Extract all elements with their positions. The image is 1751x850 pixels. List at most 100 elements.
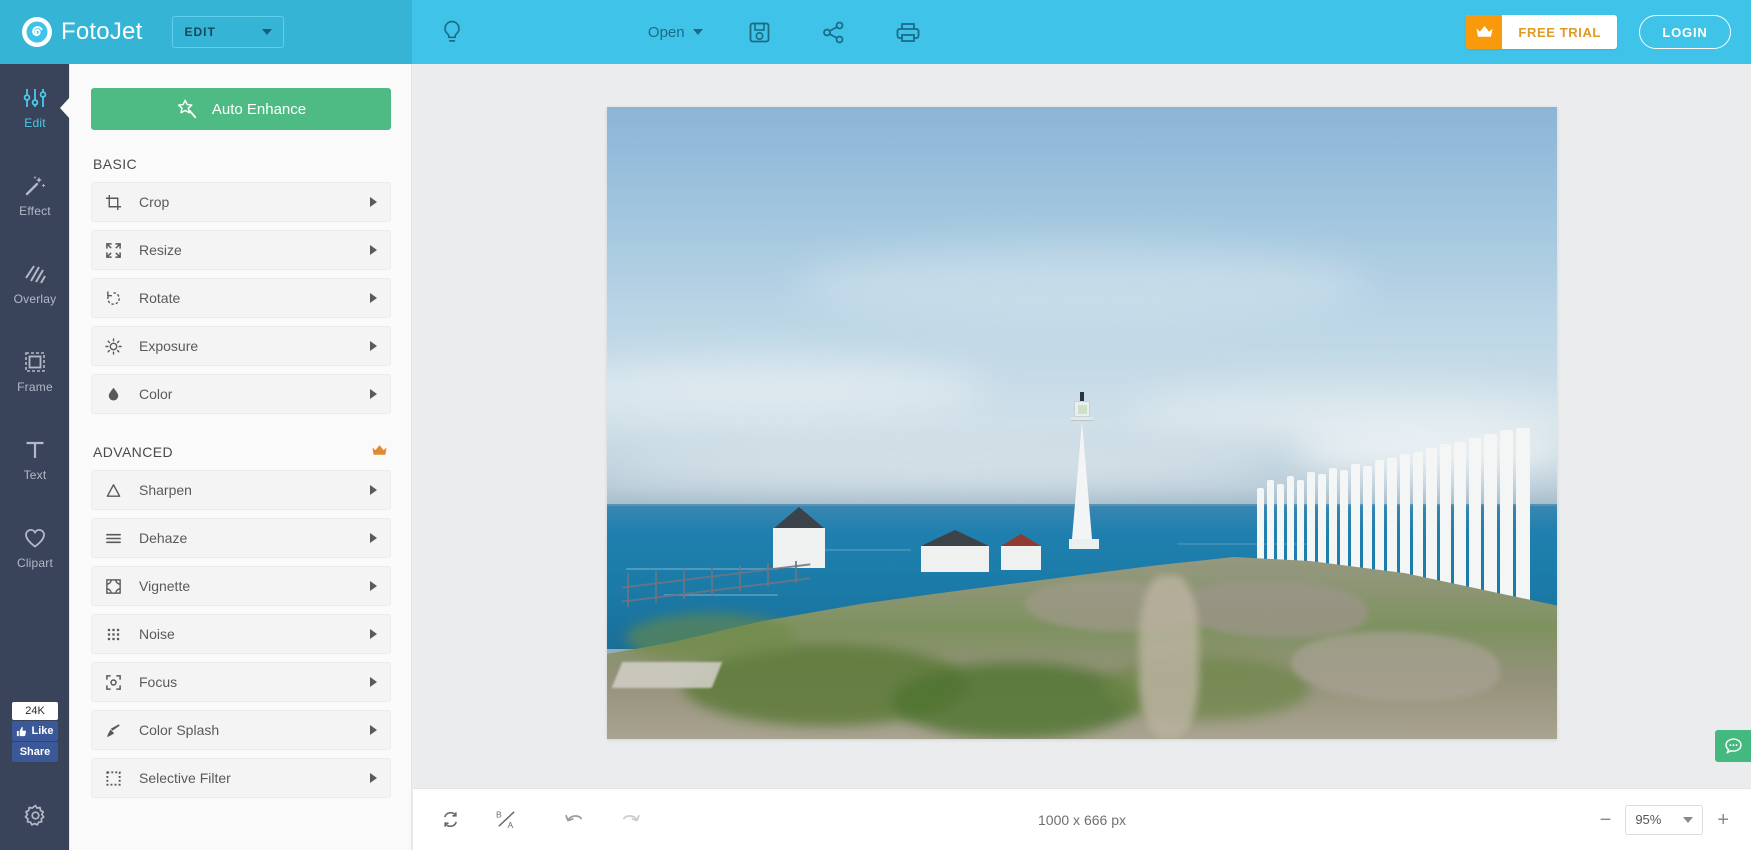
like-count: 24K [12, 702, 58, 720]
house-left [773, 507, 826, 569]
sidebar-item-label: Clipart [16, 556, 54, 570]
top-toolbar: FotoJet EDIT Open FREE TRIAL LOGIN [0, 0, 1751, 64]
frame-square-icon [25, 352, 45, 372]
fotojet-editor-window: FotoJet EDIT Open FREE TRIAL LOGIN Edit … [0, 0, 1751, 850]
tool-row-dehaze[interactable]: Dehaze [91, 518, 391, 558]
tool-row-color[interactable]: Color [91, 374, 391, 414]
resize-arrows-icon [105, 242, 129, 259]
sidebar-item-clipart[interactable]: Clipart [0, 504, 70, 592]
tips-lightbulb-button[interactable] [434, 14, 470, 50]
crown-icon [1466, 15, 1503, 49]
sidebar-item-effect[interactable]: Effect [0, 152, 70, 240]
tool-row-sharpen[interactable]: Sharpen [91, 470, 391, 510]
magic-wand-icon [25, 176, 46, 196]
zoom-in-button[interactable]: + [1717, 810, 1729, 830]
caret-right-icon [370, 725, 377, 735]
tool-label: Resize [139, 242, 182, 258]
crown-icon [371, 444, 388, 460]
printer-icon [896, 22, 920, 42]
tool-row-exposure[interactable]: Exposure [91, 326, 391, 366]
caret-right-icon [370, 581, 377, 591]
zoom-level-select[interactable]: 95% [1625, 804, 1704, 835]
print-button[interactable] [891, 15, 925, 49]
redo-button[interactable] [615, 805, 645, 835]
reset-button[interactable] [435, 805, 465, 835]
sidebar-item-overlay[interactable]: Overlay [0, 240, 70, 328]
undo-button[interactable] [559, 805, 589, 835]
cloud [607, 359, 987, 417]
droplet-icon [105, 386, 129, 403]
bottom-status-bar: B A 1000 x 666 px − 95% + [413, 788, 1751, 850]
svg-text:B: B [496, 810, 502, 820]
zoom-out-button[interactable]: − [1600, 810, 1612, 830]
sidebar-item-label: Overlay [13, 292, 57, 306]
lightbulb-icon [444, 20, 460, 42]
facebook-social-widget[interactable]: 24K Like Share [12, 702, 58, 762]
sidebar-item-label: Text [23, 468, 47, 482]
lighthouse [1068, 392, 1099, 550]
tool-row-vignette[interactable]: Vignette [91, 566, 391, 606]
cloud [797, 246, 1367, 322]
tool-label: Crop [139, 194, 170, 210]
settings-button[interactable] [0, 803, 70, 828]
before-after-button[interactable]: B A [491, 805, 521, 835]
canvas-stage[interactable] [413, 64, 1751, 788]
dirt-path [1139, 574, 1199, 739]
tool-row-selective-filter[interactable]: Selective Filter [91, 758, 391, 798]
sidebar-item-text[interactable]: Text [0, 416, 70, 504]
share-nodes-icon [823, 21, 844, 43]
edit-tools-panel: Auto Enhance BASIC Crop Resize Rotate Ex… [70, 64, 412, 850]
tool-label: Focus [139, 674, 178, 690]
zoom-controls: − 95% + [1600, 804, 1729, 835]
tool-row-resize[interactable]: Resize [91, 230, 391, 270]
free-trial-label: FREE TRIAL [1518, 24, 1601, 40]
tool-row-color-splash[interactable]: Color Splash [91, 710, 391, 750]
tool-row-crop[interactable]: Crop [91, 182, 391, 222]
free-trial-button[interactable]: FREE TRIAL [1466, 15, 1617, 49]
sliders-icon [23, 89, 47, 107]
tool-row-noise[interactable]: Noise [91, 614, 391, 654]
open-label: Open [647, 23, 685, 41]
section-title: ADVANCED [93, 444, 173, 460]
diagonal-stripes-icon [25, 265, 46, 284]
login-button[interactable]: LOGIN [1638, 15, 1731, 49]
brand-zone: FotoJet EDIT [0, 0, 412, 64]
caret-right-icon [370, 629, 377, 639]
horizontal-lines-icon [105, 530, 129, 547]
concrete-walkway [611, 662, 722, 689]
sun-icon [105, 337, 129, 355]
sidebar-item-edit[interactable]: Edit [0, 64, 70, 152]
tool-row-focus[interactable]: Focus [91, 662, 391, 702]
save-button[interactable] [743, 15, 777, 49]
paint-brush-icon [105, 722, 129, 739]
zoom-level-value: 95% [1635, 812, 1662, 827]
chat-bubble-icon [1724, 737, 1742, 754]
photo-canvas[interactable] [607, 107, 1557, 739]
tool-label: Color [139, 386, 173, 402]
reset-arrows-icon [443, 811, 457, 828]
caret-down-icon [1683, 816, 1694, 823]
facebook-like-button[interactable]: Like [12, 721, 58, 741]
tool-label: Exposure [139, 338, 199, 354]
tool-label: Rotate [139, 290, 181, 306]
auto-enhance-button[interactable]: Auto Enhance [91, 88, 391, 130]
before-after-icon: B A [496, 810, 515, 830]
open-button[interactable]: Open [648, 24, 703, 41]
caret-right-icon [370, 389, 377, 399]
thumbs-up-icon [17, 726, 27, 736]
caret-down-icon [692, 29, 703, 35]
tool-row-rotate[interactable]: Rotate [91, 278, 391, 318]
redo-arrow-icon [622, 814, 640, 822]
focus-brackets-icon [105, 674, 129, 691]
sidebar-item-frame[interactable]: Frame [0, 328, 70, 416]
caret-right-icon [370, 293, 377, 303]
caret-right-icon [370, 773, 377, 783]
facebook-share-button[interactable]: Share [12, 742, 58, 762]
share-button[interactable] [817, 15, 851, 49]
chat-support-button[interactable] [1715, 730, 1751, 762]
text-t-icon [26, 441, 44, 458]
mode-select-edit[interactable]: EDIT [172, 16, 285, 48]
house-center [920, 529, 989, 572]
vignette-corners-icon [105, 578, 129, 595]
facebook-like-label: Like [31, 725, 54, 737]
